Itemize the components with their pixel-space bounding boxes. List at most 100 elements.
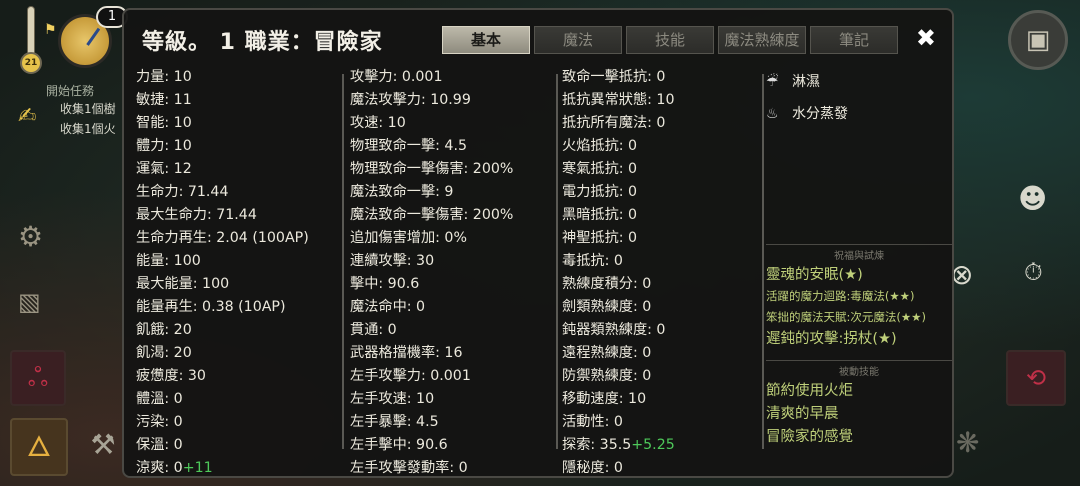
stat-row: 移動速度: 10: [562, 391, 647, 407]
stat-row: 左手暴擊: 4.5: [350, 414, 439, 430]
column-divider: [342, 74, 344, 449]
stat-row: 抵抗異常狀態: 10: [562, 92, 675, 108]
blessing-section: 祝福與試煉 靈魂的安眠(★) 活躍的魔力迴路:毒魔法(★★) 笨拙的魔法天賦:次…: [766, 244, 952, 350]
panel-header: 等級。 1 職業：冒險家 基本 魔法 技能 魔法熟練度 筆記 ✖: [124, 10, 952, 66]
stat-row: 體溫: 0: [136, 391, 183, 407]
stats-area: 力量: 10 敏捷: 11 智能: 10 體力: 10 運氣: 12 生命力: 71.44…: [124, 66, 952, 476]
rain-icon: ☔: [766, 74, 779, 90]
stat-row: 防禦熟練度: 0: [562, 368, 652, 384]
effects-column: ☔ 淋濕 ♨ 水分蒸發 祝福與試煉 靈魂的安眠(★) 活躍的魔力迴路:毒魔法(★…: [766, 66, 952, 476]
torch-slot-icon[interactable]: 🜂: [10, 418, 68, 476]
stat-row: 魔法致命一擊傷害: 200%: [350, 207, 514, 223]
stat-row: 抵抗所有魔法: 0: [562, 115, 666, 131]
stat-row: 能量再生: 0.38 (10AP): [136, 299, 286, 315]
stat-row: 能量: 100: [136, 253, 201, 269]
quest-scroll-icon[interactable]: ✍: [18, 104, 48, 134]
spell-slot-icon[interactable]: ஃ: [10, 350, 66, 406]
column-divider: [762, 74, 764, 449]
status-effect-label: 水分蒸發: [792, 106, 848, 122]
stat-row: 魔法致命一擊: 9: [350, 184, 454, 200]
stat-row: 致命一擊抵抗: 0: [562, 69, 666, 85]
settings-gear-icon[interactable]: ⚙: [18, 220, 43, 253]
column-divider: [556, 74, 558, 449]
resistance-stats-column: 致命一擊抵抗: 0 抵抗異常狀態: 10 抵抗所有魔法: 0 火焰抵抗: 0 寒氣抵抗:…: [562, 66, 762, 476]
warning-flag-icon: ⚑: [44, 22, 57, 38]
character-status-panel: 等級。 1 職業：冒險家 基本 魔法 技能 魔法熟練度 筆記 ✖ 力量: 10 敏…: [122, 8, 954, 478]
stopwatch-icon[interactable]: ⏱: [1024, 258, 1043, 286]
character-action-icon[interactable]: ☻: [1018, 182, 1047, 215]
status-effect[interactable]: ☔ 淋濕: [766, 70, 952, 94]
stat-row: 生命力再生: 2.04 (100AP): [136, 230, 309, 246]
close-icon[interactable]: ✖: [916, 24, 936, 52]
axe-slot-icon[interactable]: ⚒: [78, 418, 128, 476]
passive-skills-section: 被動技能 節約使用火炬 清爽的早晨 冒險家的感覺: [766, 360, 952, 449]
stat-row: 黑暗抵抗: 0: [562, 207, 638, 223]
stat-row: 力量: 10: [136, 69, 192, 85]
stat-row: 攻擊力: 0.001: [350, 69, 443, 85]
stat-row: 擊中: 90.6: [350, 276, 420, 292]
right-spell-slot-icon[interactable]: ⟲: [1006, 350, 1066, 406]
bonus-value: +5.25: [631, 437, 675, 453]
stat-row: 智能: 10: [136, 115, 192, 131]
tab-magic-proficiency[interactable]: 魔法熟練度: [718, 26, 806, 54]
temperature-value: 21: [20, 52, 42, 74]
quest-title: 開始任務: [46, 84, 95, 98]
steam-icon: ♨: [766, 106, 779, 122]
stat-row: 最大生命力: 71.44: [136, 207, 257, 223]
stat-row: 活動性: 0: [562, 414, 623, 430]
passive-skill[interactable]: 清爽的早晨: [766, 403, 952, 426]
map-icon[interactable]: ▧: [18, 288, 41, 316]
stat-row: 最大能量: 100: [136, 276, 230, 292]
level-class-title: 等級。 1 職業：冒險家: [142, 30, 383, 55]
base-stats-column: 力量: 10 敏捷: 11 智能: 10 體力: 10 運氣: 12 生命力: 71.44…: [136, 66, 338, 476]
stat-row: 追加傷害增加: 0%: [350, 230, 467, 246]
stat-row: 左手擊中: 90.6: [350, 437, 448, 453]
stat-row: 涼爽: 0+11: [136, 460, 213, 476]
stat-row: 運氣: 12: [136, 161, 192, 177]
stat-row: 火焰抵抗: 0: [562, 138, 638, 154]
stat-row: 生命力: 71.44: [136, 184, 229, 200]
status-effect[interactable]: ♨ 水分蒸發: [766, 102, 952, 126]
stat-row: 物理致命一擊: 4.5: [350, 138, 467, 154]
passive-skill[interactable]: 節約使用火炬: [766, 380, 952, 403]
status-effect-label: 淋濕: [792, 74, 820, 90]
passive-header: 被動技能: [839, 367, 879, 378]
stat-row: 隱秘度: 0: [562, 460, 623, 476]
blessing-item[interactable]: 遲鈍的攻擊:拐杖(★): [766, 328, 952, 350]
tab-magic[interactable]: 魔法: [534, 26, 622, 54]
stat-row: 連續攻擊: 30: [350, 253, 435, 269]
blessing-item[interactable]: 笨拙的魔法天賦:次元魔法(★★): [766, 307, 952, 328]
stat-row: 左手攻速: 10: [350, 391, 435, 407]
blessing-header: 祝福與試煉: [834, 251, 884, 262]
stat-row: 遠程熟練度: 0: [562, 345, 652, 361]
stat-row: 劍類熟練度: 0: [562, 299, 652, 315]
passive-skill[interactable]: 冒險家的感覺: [766, 426, 952, 449]
tab-basic[interactable]: 基本: [442, 26, 530, 54]
quest-line: 收集1個樹: [60, 102, 116, 116]
thermometer-icon: 21 ⚑: [20, 6, 57, 74]
stat-row: 鈍器類熟練度: 0: [562, 322, 666, 338]
stat-row: 保溫: 0: [136, 437, 183, 453]
quest-line: 收集1個火: [60, 122, 116, 136]
tab-notes[interactable]: 筆記: [810, 26, 898, 54]
stat-row: 左手攻擊力: 0.001: [350, 368, 471, 384]
bonus-value: +11: [182, 460, 213, 476]
stat-row: 魔法命中: 0: [350, 299, 426, 315]
stat-row: 左手攻擊發動率: 0: [350, 460, 468, 476]
backpack-icon[interactable]: ▣: [1008, 10, 1068, 70]
stat-row: 電力抵抗: 0: [562, 184, 638, 200]
stat-row: 敏捷: 11: [136, 92, 192, 108]
stat-row: 武器格擋機率: 16: [350, 345, 463, 361]
bottom-right-slot-icon[interactable]: ❋: [956, 426, 979, 459]
stat-row: 攻速: 10: [350, 115, 406, 131]
blessing-item[interactable]: 靈魂的安眠(★): [766, 264, 952, 286]
tab-bar: 基本 魔法 技能 魔法熟練度 筆記: [442, 26, 898, 54]
stat-row: 飢餓: 20: [136, 322, 192, 338]
tab-skills[interactable]: 技能: [626, 26, 714, 54]
stat-row: 探索: 35.5+5.25: [562, 437, 675, 453]
stat-row: 寒氣抵抗: 0: [562, 161, 638, 177]
stat-row: 貫通: 0: [350, 322, 397, 338]
stat-row: 魔法攻擊力: 10.99: [350, 92, 471, 108]
attack-stats-column: 攻擊力: 0.001 魔法攻擊力: 10.99 攻速: 10 物理致命一擊: 4.5 物…: [350, 66, 556, 476]
blessing-item[interactable]: 活躍的魔力迴路:毒魔法(★★): [766, 286, 952, 307]
